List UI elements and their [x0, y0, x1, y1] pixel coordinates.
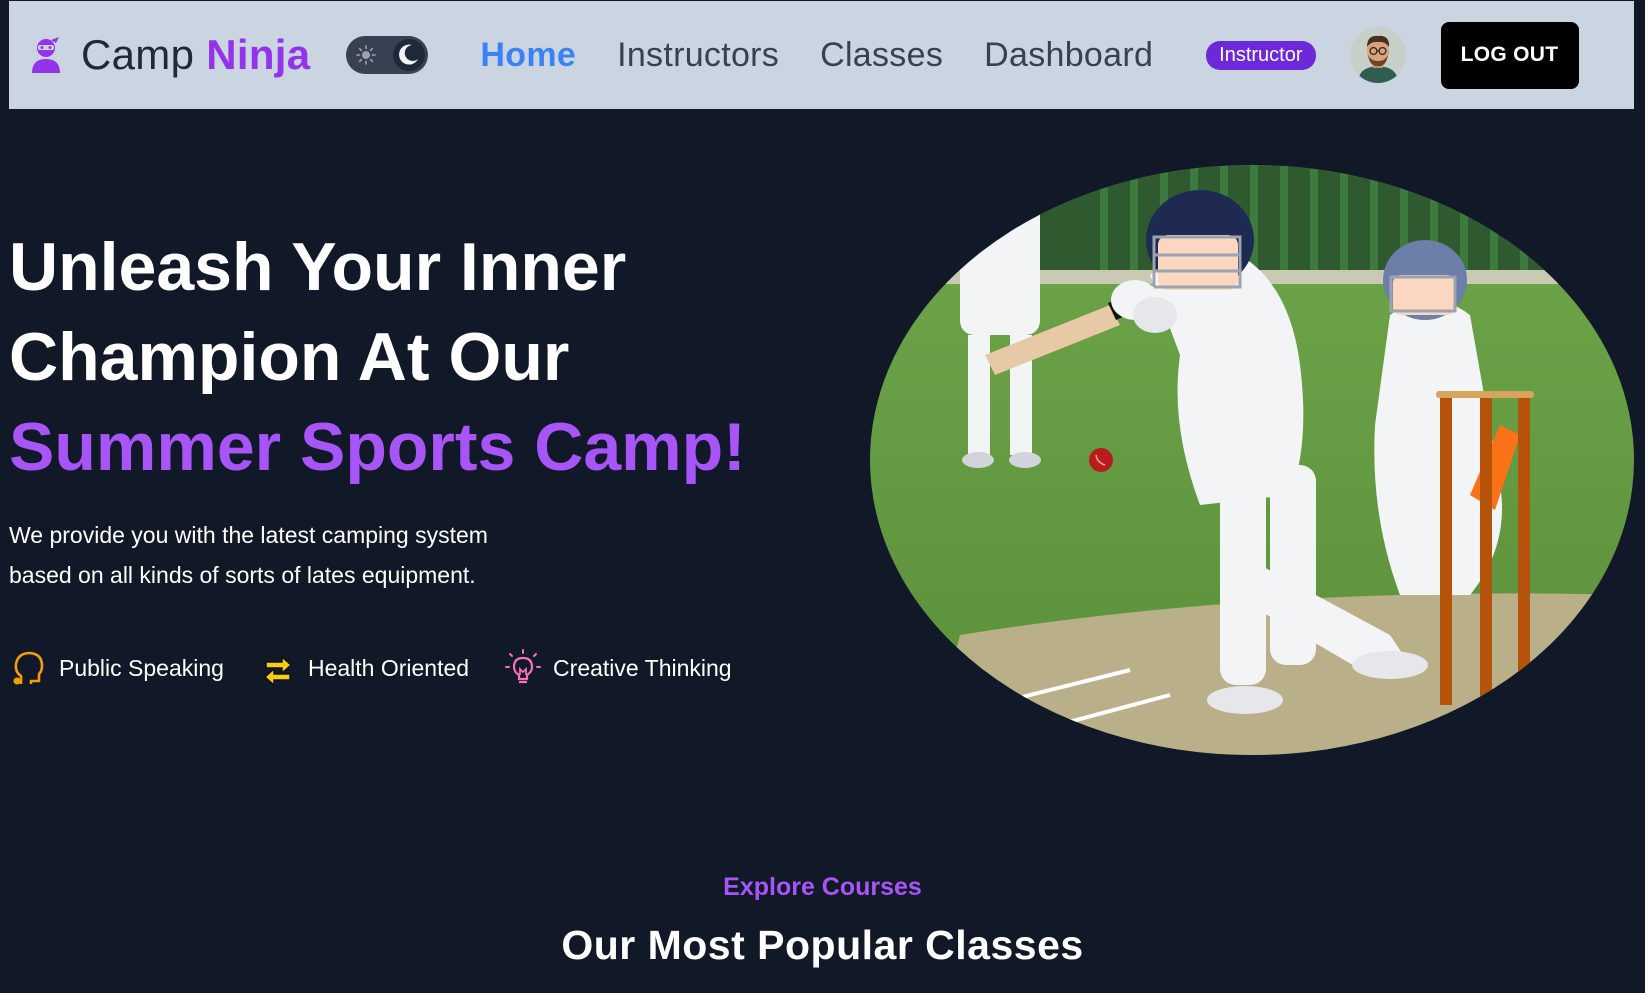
ninja-icon — [32, 37, 60, 73]
nav-link-dashboard[interactable]: Dashboard — [984, 36, 1153, 75]
theme-toggle[interactable] — [346, 36, 429, 74]
hero-title: Unleash Your Inner Champion At Our Summe… — [9, 222, 809, 492]
brand-accent: Ninja — [206, 31, 311, 78]
bulb-icon — [505, 649, 542, 684]
hero-description: We provide you with the latest camping s… — [9, 515, 569, 595]
avatar-image — [1349, 27, 1406, 83]
brand-name: Camp Ninja — [81, 31, 310, 79]
hero-image — [870, 165, 1634, 755]
head-icon — [13, 651, 44, 685]
hero-title-line1: Unleash Your Inner — [9, 229, 627, 305]
feature-public-speaking: Public Speaking — [9, 648, 224, 688]
feature-label: Health Oriented — [307, 654, 470, 681]
feature-list: Public Speaking Health Oriented Creative… — [9, 648, 766, 688]
role-badge: Instructor — [1206, 40, 1316, 70]
arrows-icon — [263, 655, 293, 687]
hero-desc-line2: based on all kinds of sorts of lates equ… — [9, 562, 476, 588]
navbar: Camp Ninja Home Instructors Classes Dash… — [9, 1, 1634, 109]
nav-link-home[interactable]: Home — [480, 36, 576, 75]
feature-health-oriented: Health Oriented — [258, 648, 469, 688]
section-title: Our Most Popular Classes — [561, 922, 1084, 968]
feature-creative-thinking: Creative Thinking — [503, 648, 732, 688]
nav-link-classes[interactable]: Classes — [820, 36, 943, 75]
hero-title-accent: Summer Sports Camp! — [9, 409, 746, 485]
feature-label: Creative Thinking — [553, 654, 732, 681]
logout-button[interactable]: LOG OUT — [1440, 21, 1579, 89]
nav-link-instructors[interactable]: Instructors — [617, 36, 779, 75]
moon-icon — [399, 44, 419, 65]
hero-title-line2: Champion At Our — [9, 319, 570, 395]
brand-prefix: Camp — [81, 31, 195, 78]
feature-label: Public Speaking — [59, 654, 224, 681]
cricket-photo — [870, 165, 1634, 755]
section-eyebrow: Explore Courses — [723, 873, 922, 901]
sun-icon — [356, 45, 377, 65]
main-nav: Home Instructors Classes Dashboard — [480, 36, 1194, 75]
brand-logo[interactable]: Camp Ninja — [29, 31, 310, 79]
hero-desc-line1: We provide you with the latest camping s… — [9, 522, 488, 548]
user-avatar[interactable] — [1349, 27, 1406, 83]
